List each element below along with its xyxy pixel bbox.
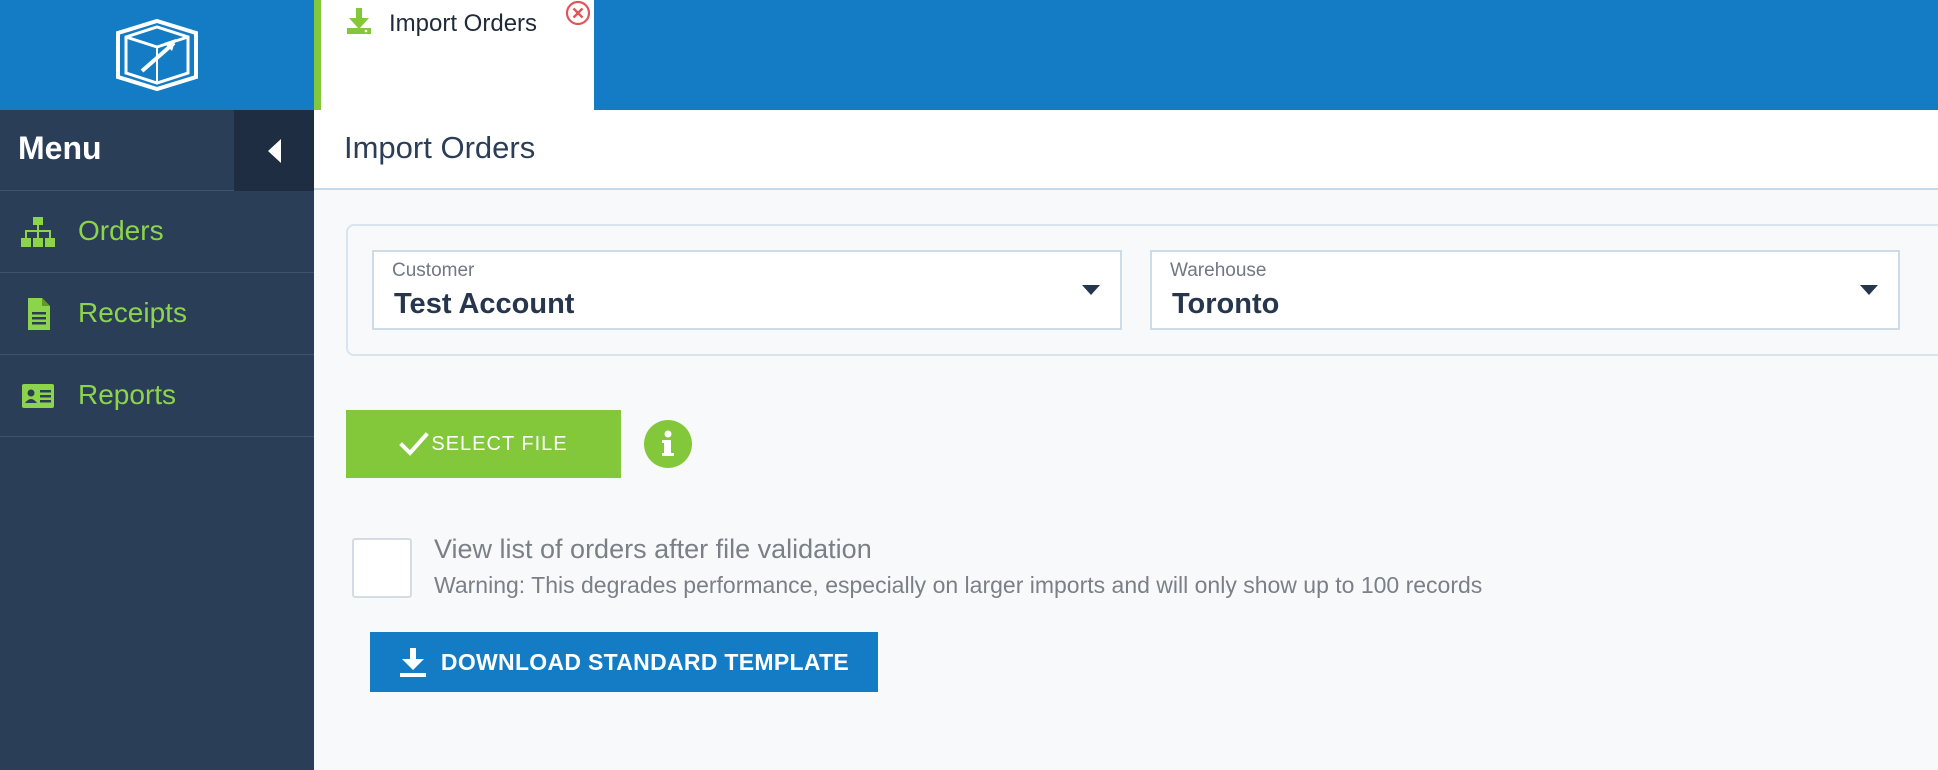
tab-label: Import Orders bbox=[389, 10, 538, 37]
document-icon bbox=[28, 298, 50, 330]
customer-select[interactable]: Customer Test Account bbox=[372, 250, 1122, 330]
download-icon bbox=[347, 8, 371, 34]
close-circle-icon[interactable] bbox=[565, 0, 591, 26]
filter-card: Customer Test Account Warehouse Toronto bbox=[346, 224, 1938, 356]
id-card-icon bbox=[22, 384, 54, 408]
sidebar-item-receipts[interactable]: Receipts bbox=[0, 273, 314, 355]
sidebar-item-label: Orders bbox=[78, 215, 164, 246]
performance-warning-text: Warning: This degrades performance, espe… bbox=[434, 572, 1483, 598]
info-icon[interactable] bbox=[644, 420, 692, 468]
menu-title: Menu bbox=[18, 130, 102, 166]
select-file-button[interactable]: SELECT FILE bbox=[346, 410, 621, 478]
main-content: Import Orders Customer Test Account Ware… bbox=[314, 110, 1938, 770]
select-file-label: SELECT FILE bbox=[431, 432, 568, 455]
view-orders-checkbox[interactable] bbox=[352, 538, 412, 598]
warehouse-select[interactable]: Warehouse Toronto bbox=[1150, 250, 1900, 330]
customer-select-label: Customer bbox=[392, 260, 475, 281]
sidebar-item-label: Receipts bbox=[78, 297, 187, 328]
logo[interactable] bbox=[0, 0, 314, 110]
warehouse-select-value: Toronto bbox=[1172, 288, 1280, 320]
page-title: Import Orders bbox=[344, 130, 536, 165]
download-template-button[interactable]: DOWNLOAD STANDARD TEMPLATE bbox=[370, 632, 878, 692]
sidebar-item-orders[interactable]: Orders bbox=[0, 191, 314, 273]
view-orders-checkbox-label: View list of orders after file validatio… bbox=[434, 534, 872, 564]
customer-select-value: Test Account bbox=[394, 288, 575, 320]
sidebar-item-reports[interactable]: Reports bbox=[0, 355, 314, 437]
caret-left-icon bbox=[267, 138, 281, 163]
sidebar: Menu Orders Receipts Reports bbox=[0, 110, 314, 770]
tab-import-orders[interactable]: Import Orders bbox=[314, 0, 594, 110]
caret-down-icon bbox=[1082, 285, 1100, 295]
caret-down-icon bbox=[1860, 285, 1878, 295]
page-header: Import Orders bbox=[314, 110, 1938, 190]
download-template-label: DOWNLOAD STANDARD TEMPLATE bbox=[440, 648, 850, 675]
checkmark-icon bbox=[399, 432, 430, 456]
menu-header: Menu bbox=[0, 110, 314, 191]
sitemap-icon bbox=[21, 217, 55, 247]
top-bar: Import Orders bbox=[0, 0, 1938, 110]
sidebar-item-label: Reports bbox=[78, 379, 177, 410]
download-icon bbox=[399, 648, 426, 677]
app-window: Import Orders Menu Orders Receipts Repor… bbox=[0, 0, 1938, 770]
box-logo-icon bbox=[116, 18, 198, 92]
warehouse-select-label: Warehouse bbox=[1170, 260, 1267, 281]
collapse-menu-button[interactable] bbox=[234, 110, 314, 191]
